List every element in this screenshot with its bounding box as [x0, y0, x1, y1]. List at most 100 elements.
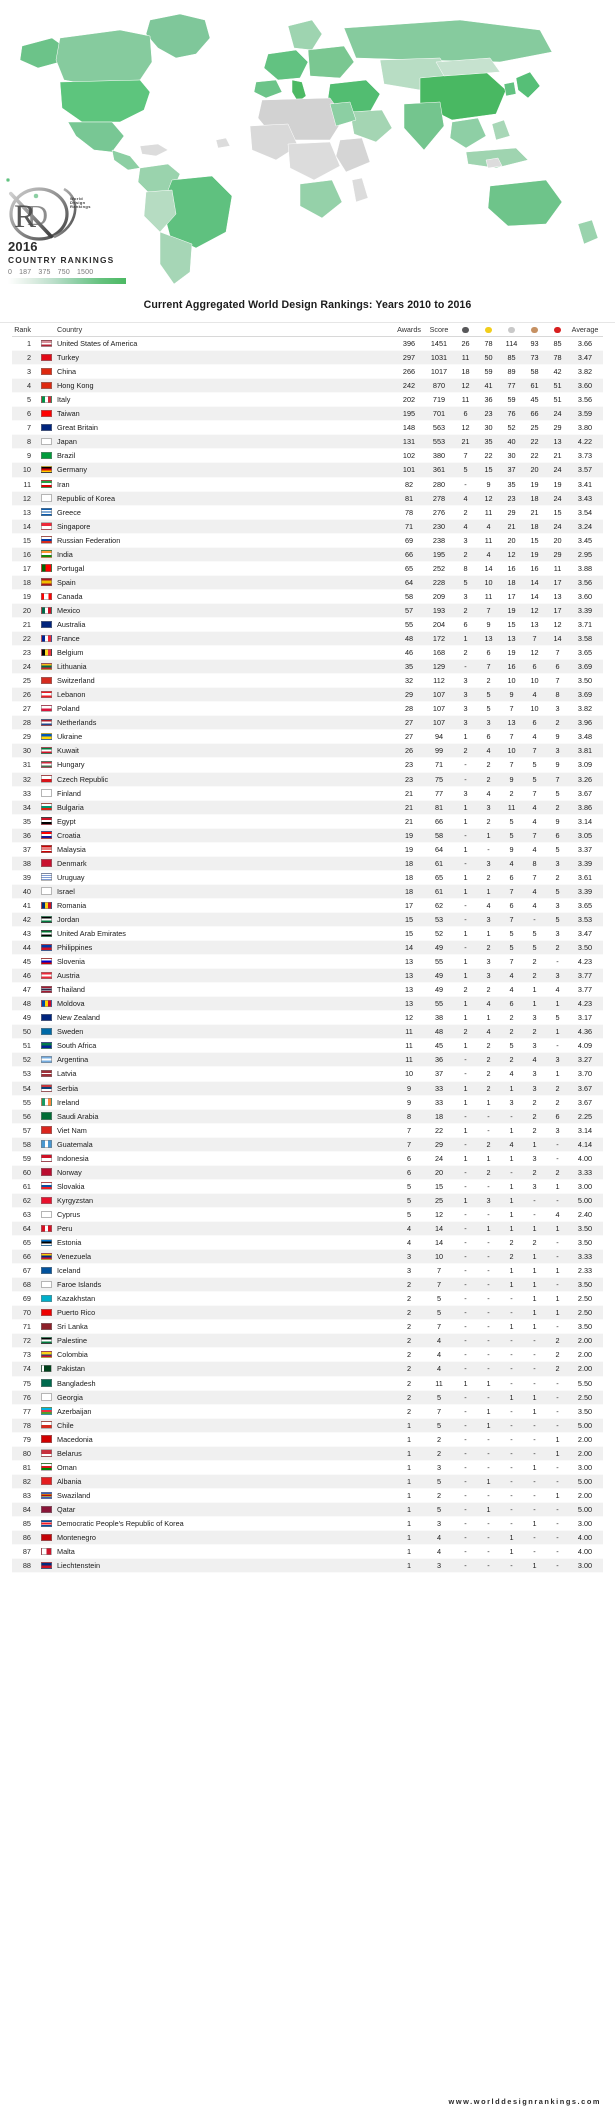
table-row[interactable]: 35 Egypt 21 66 1 2 5 4 9 3.14: [12, 814, 603, 829]
table-row[interactable]: 39 Uruguay 18 65 1 2 6 7 2 3.61: [12, 870, 603, 885]
table-row[interactable]: 66 Venezuela 3 10- -2 1-3.33: [12, 1249, 603, 1265]
table-row[interactable]: 13 Greece 78 276 2 11 29 21 15 3.54: [12, 505, 603, 520]
table-row[interactable]: 4 Hong Kong 242 870 12 41 77 61 51 3.60: [12, 378, 603, 394]
table-row[interactable]: 3 China 266 1017 18 59 89 58 42 3.82: [12, 364, 603, 380]
table-row[interactable]: 45 Slovenia 13 55 1 3 7 2-4.23: [12, 954, 603, 970]
table-row[interactable]: 87 Malta 1 4- -1- -4.00: [12, 1544, 603, 1560]
table-row[interactable]: 85 Democratic People's Republic of Korea 1…: [12, 1516, 603, 1532]
table-row[interactable]: 20 Mexico 57 193 2 7 19 12 17 3.39: [12, 603, 603, 618]
table-row[interactable]: 22 France 48 172 1 13 13 7 14 3.58: [12, 631, 603, 647]
footer-url[interactable]: www.worlddesignrankings.com: [449, 2097, 601, 2106]
table-row[interactable]: 77 Azerbaijan 2 7-1-1-3.50: [12, 1404, 603, 1419]
table-row[interactable]: 57 Viet Nam 7 22 1-1 2 3 3.14: [12, 1123, 603, 1138]
table-row[interactable]: 51 South Africa 11 45 1 2 5 3-4.09: [12, 1038, 603, 1054]
table-row[interactable]: 8 Japan 131 553 21 35 40 22 13 4.22: [12, 434, 603, 450]
header-bronze[interactable]: [523, 323, 546, 338]
table-row[interactable]: 86 Montenegro 1 4- -1- -4.00: [12, 1530, 603, 1546]
table-row[interactable]: 7 Great Britain 148 563 12 30 52 25 29 3.80: [12, 420, 603, 436]
table-row[interactable]: 46 Austria 13 49 1 3 4 2 3 3.77: [12, 968, 603, 984]
table-row[interactable]: 49 New Zealand 12 38 1 1 2 3 5 3.17: [12, 1010, 603, 1026]
table-row[interactable]: 16 India 66 195 2 4 12 19 29 2.95: [12, 547, 603, 562]
table-row[interactable]: 2 Turkey 297 1031 11 50 85 73 78 3.47: [12, 350, 603, 366]
table-row[interactable]: 44 Philippines 14 49-2 5 5 2 3.50: [12, 940, 603, 956]
table-row[interactable]: 64 Peru 4 14-1 1 1 1 3.50: [12, 1221, 603, 1237]
table-row[interactable]: 30 Kuwait 26 99 2 4 10 7 3 3.81: [12, 743, 603, 759]
table-row[interactable]: 55 Ireland 9 33 1 1 3 2 2 3.67: [12, 1095, 603, 1110]
table-row[interactable]: 84 Qatar 1 5-1- - -5.00: [12, 1502, 603, 1517]
table-row[interactable]: 72 Palestine 2 4- - - -2 2.00: [12, 1333, 603, 1349]
table-row[interactable]: 65 Estonia 4 14- -2 2-3.50: [12, 1235, 603, 1251]
table-row[interactable]: 19 Canada 58 209 3 11 17 14 13 3.60: [12, 589, 603, 604]
table-row[interactable]: 68 Faroe Islands 2 7- -1 1-3.50: [12, 1277, 603, 1293]
table-row[interactable]: 74 Pakistan 2 4- - - -2 2.00: [12, 1361, 603, 1377]
header-silver[interactable]: [500, 323, 523, 338]
table-row[interactable]: 27 Poland 28 107 3 5 7 10 3 3.82: [12, 701, 603, 717]
table-row[interactable]: 63 Cyprus 5 12- -1-4 2.40: [12, 1207, 603, 1223]
table-row[interactable]: 26 Lebanon 29 107 3 5 9 4 8 3.69: [12, 687, 603, 703]
table-row[interactable]: 52 Argentina 11 36-2 2 4 3 3.27: [12, 1052, 603, 1068]
table-row[interactable]: 23 Belgium 46 168 2 6 19 12 7 3.65: [12, 645, 603, 661]
table-row[interactable]: 56 Saudi Arabia 8 18- - -2 6 2.25: [12, 1109, 603, 1124]
table-row[interactable]: 31 Hungary 23 71-2 7 5 9 3.09: [12, 757, 603, 773]
table-row[interactable]: 10 Germany 101 361 5 15 37 20 24 3.57: [12, 462, 603, 478]
table-row[interactable]: 15 Russian Federation 69 238 3 11 20 15 20 3.45: [12, 533, 603, 548]
rankings-table: Rank Country Awards Score Average 1 Unite…: [12, 323, 603, 1574]
table-row[interactable]: 42 Jordan 15 53-3 7-5 3.53: [12, 912, 603, 928]
table-row[interactable]: 62 Kyrgyzstan 5 25 1 3 1- -5.00: [12, 1193, 603, 1208]
header-awards[interactable]: Awards: [394, 323, 424, 338]
table-row[interactable]: 1 United States of America 396 1451 26 78 114 9…: [12, 336, 603, 352]
table-row[interactable]: 36 Croatia 19 58-1 5 7 6 3.05: [12, 828, 603, 843]
table-row[interactable]: 60 Norway 6 20-2-2 2 3.33: [12, 1165, 603, 1180]
table-row[interactable]: 11 Iran 82 280-9 35 19 19 3.41: [12, 477, 603, 492]
table-row[interactable]: 28 Netherlands 27 107 3 3 13 6 2 3.96: [12, 715, 603, 731]
header-country[interactable]: Country: [38, 323, 394, 338]
table-row[interactable]: 6 Taiwan 195 701 6 23 76 66 24 3.59: [12, 406, 603, 422]
table-row[interactable]: 47 Thailand 13 49 2 2 4 1 4 3.77: [12, 982, 603, 998]
table-row[interactable]: 83 Swaziland 1 2- - - -1 2.00: [12, 1488, 603, 1503]
table-row[interactable]: 59 Indonesia 6 24 1 1 1 3-4.00: [12, 1151, 603, 1166]
table-row[interactable]: 76 Georgia 2 5- -1 1-2.50: [12, 1390, 603, 1405]
table-row[interactable]: 5 Italy 202 719 11 36 59 45 51 3.56: [12, 392, 603, 408]
table-row[interactable]: 53 Latvia 10 37-2 4 3 1 3.70: [12, 1066, 603, 1082]
table-row[interactable]: 41 Romania 17 62-4 6 4 3 3.65: [12, 898, 603, 913]
header-rank[interactable]: Rank: [12, 323, 38, 338]
header-platinum[interactable]: [454, 323, 477, 338]
table-row[interactable]: 48 Moldova 13 55 1 4 6 1 1 4.23: [12, 996, 603, 1012]
table-row[interactable]: 88 Liechtenstein 1 3- - -1-3.00: [12, 1558, 603, 1574]
table-row[interactable]: 32 Czech Republic 23 75-2 9 5 7 3.26: [12, 772, 603, 787]
table-row[interactable]: 67 Iceland 3 7- -1 1 1 2.33: [12, 1263, 603, 1279]
header-score[interactable]: Score: [424, 323, 454, 338]
table-row[interactable]: 24 Lithuania 35 129-7 16 6 6 3.69: [12, 659, 603, 675]
table-row[interactable]: 25 Switzerland 32 112 3 2 10 10 7 3.50: [12, 673, 603, 689]
table-row[interactable]: 73 Colombia 2 4- - - -2 2.00: [12, 1347, 603, 1363]
header-iron[interactable]: [546, 323, 569, 338]
table-row[interactable]: 69 Kazakhstan 2 5- - -1 1 2.50: [12, 1291, 603, 1307]
table-row[interactable]: 75 Bangladesh 2 11 1 1- - -5.50: [12, 1376, 603, 1391]
table-row[interactable]: 12 Republic of Korea 81 278 4 12 23 18 24 3.43: [12, 491, 603, 506]
table-row[interactable]: 21 Australia 55 204 6 9 15 13 12 3.71: [12, 617, 603, 633]
table-row[interactable]: 78 Chile 1 5-1- - -5.00: [12, 1418, 603, 1433]
table-row[interactable]: 37 Malaysia 19 64 1-9 4 5 3.37: [12, 842, 603, 857]
table-row[interactable]: 9 Brazil 102 380 7 22 30 22 21 3.73: [12, 448, 603, 464]
table-row[interactable]: 70 Puerto Rico 2 5- - -1 1 2.50: [12, 1305, 603, 1321]
table-row[interactable]: 43 United Arab Emirates 15 52 1 1 5 5 3 3.47: [12, 926, 603, 942]
table-row[interactable]: 17 Portugal 65 252 8 14 16 16 11 3.88: [12, 561, 603, 576]
table-row[interactable]: 80 Belarus 1 2- - - -1 2.00: [12, 1446, 603, 1461]
table-row[interactable]: 40 Israel 18 61 1 1 7 4 5 3.39: [12, 884, 603, 899]
table-row[interactable]: 61 Slovakia 5 15- -1 3 1 3.00: [12, 1179, 603, 1194]
table-row[interactable]: 18 Spain 64 228 5 10 18 14 17 3.56: [12, 575, 603, 590]
table-row[interactable]: 58 Guatemala 7 29-2 4 1-4.14: [12, 1137, 603, 1152]
table-row[interactable]: 71 Sri Lanka 2 7- -1 1-3.50: [12, 1319, 603, 1335]
table-row[interactable]: 33 Finland 21 77 3 4 2 7 5 3.67: [12, 786, 603, 801]
table-row[interactable]: 50 Sweden 11 48 2 4 2 2 1 4.36: [12, 1024, 603, 1040]
header-gold[interactable]: [477, 323, 500, 338]
table-row[interactable]: 79 Macedonia 1 2- - - -1 2.00: [12, 1432, 603, 1447]
table-row[interactable]: 34 Bulgaria 21 81 1 3 11 4 2 3.86: [12, 800, 603, 815]
table-row[interactable]: 29 Ukraine 27 94 1 6 7 4 9 3.48: [12, 729, 603, 745]
table-row[interactable]: 38 Denmark 18 61-3 4 8 3 3.39: [12, 856, 603, 871]
header-average[interactable]: Average: [569, 323, 603, 338]
table-row[interactable]: 54 Serbia 9 33 1 2 1 3 2 3.67: [12, 1081, 603, 1096]
table-row[interactable]: 81 Oman 1 3- - -1-3.00: [12, 1460, 603, 1475]
table-row[interactable]: 14 Singapore 71 230 4 4 21 18 24 3.24: [12, 519, 603, 534]
table-row[interactable]: 82 Albania 1 5-1- - -5.00: [12, 1474, 603, 1489]
